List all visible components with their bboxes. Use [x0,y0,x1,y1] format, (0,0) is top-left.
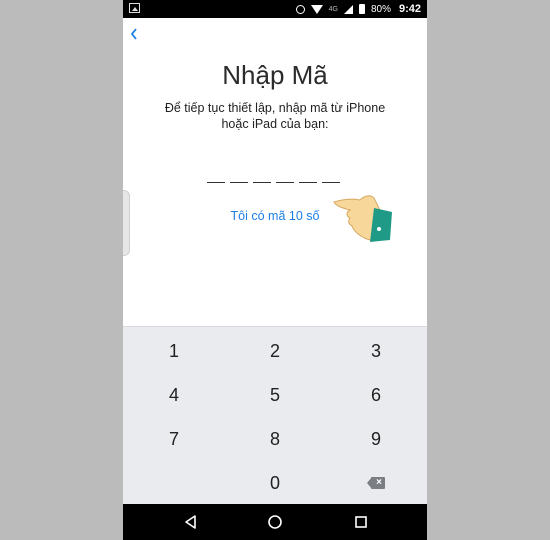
chevron-left-icon [130,28,137,40]
backspace-icon: × [367,477,385,489]
nav-recent-button[interactable] [351,512,371,532]
key-8[interactable]: 8 [225,417,325,461]
key-0[interactable]: 0 [225,461,325,505]
code-input[interactable] [207,170,340,183]
key-2[interactable]: 2 [225,329,325,373]
key-6[interactable]: 6 [326,373,426,417]
backspace-button[interactable]: × [326,461,426,505]
triangle-back-icon [185,515,196,529]
nav-back-button[interactable] [181,512,201,532]
square-recent-icon [355,516,367,528]
phone-screen: 4G 80% 9:42 Nhập Mã Để tiếp tục thiết lậ… [123,0,427,540]
clock: 9:42 [398,3,421,15]
battery-icon [358,4,365,14]
page-title: Nhập Mã [222,60,328,90]
key-5[interactable]: 5 [225,373,325,417]
key-7[interactable]: 7 [124,417,224,461]
side-edge-handle[interactable] [123,190,130,256]
code-slot [299,170,317,183]
key-4[interactable]: 4 [124,373,224,417]
circle-home-icon [268,515,282,529]
gallery-notification-icon [129,3,140,13]
code-slot [253,170,271,183]
code-slot [322,170,340,183]
key-9[interactable]: 9 [326,417,426,461]
battery-percent: 80% [370,3,391,15]
android-nav-bar [123,504,427,540]
code-slot [207,170,225,183]
wifi-icon [310,4,323,14]
status-bar: 4G 80% 9:42 [123,0,427,18]
numeric-keypad: 1 2 3 4 5 6 7 8 9 0 × [123,326,427,505]
signal-icon [343,4,353,14]
key-1[interactable]: 1 [124,329,224,373]
alarm-icon [295,4,305,14]
network-type: 4G [328,5,338,13]
code-slot [276,170,294,183]
status-icons: 4G 80% 9:42 [295,2,421,16]
code-slot [230,170,248,183]
back-button[interactable] [129,26,143,44]
page-subtitle: Để tiếp tục thiết lập, nhập mã từ iPhone… [164,101,386,131]
key-3[interactable]: 3 [326,329,426,373]
nav-home-button[interactable] [265,512,285,532]
pointing-hand-icon [333,195,392,242]
